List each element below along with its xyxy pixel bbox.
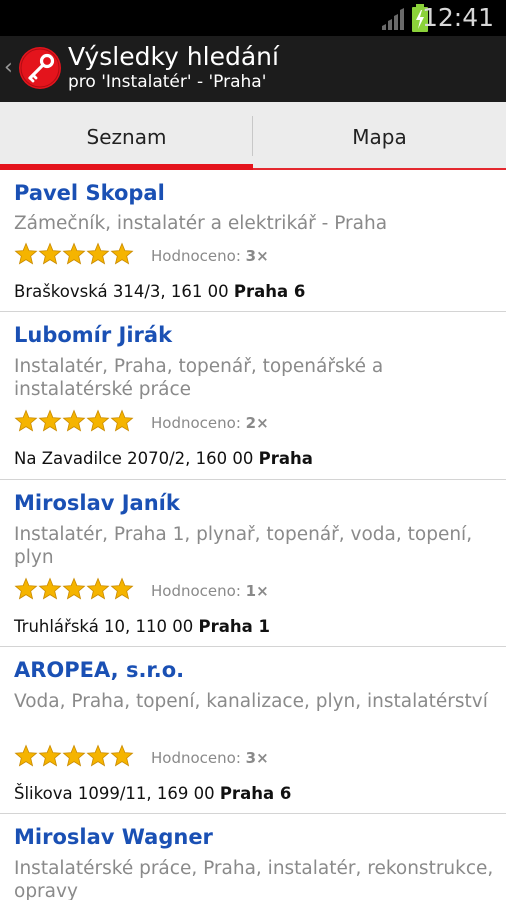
item-name[interactable]: Lubomír Jirák (14, 321, 172, 349)
signal-icon (382, 8, 404, 30)
item-description: Instalatér, Praha 1, plynař, topenář, vo… (14, 524, 473, 568)
star-icon (62, 409, 86, 432)
rating-label: Hodnoceno: 3× (151, 749, 269, 767)
back-chevron-icon[interactable]: ‹ (4, 55, 13, 81)
star-icon (14, 744, 38, 767)
star-icon (86, 409, 110, 432)
tab-bar: Seznam Mapa (0, 102, 506, 170)
star-icon (62, 242, 86, 265)
star-icon (38, 242, 62, 265)
rating-stars (14, 577, 138, 603)
clock: 12:41 (421, 3, 494, 32)
tab-seznam-label: Seznam (86, 125, 167, 149)
item-name[interactable]: Miroslav Janík (14, 489, 180, 517)
rating-stars (14, 242, 138, 268)
star-icon (62, 744, 86, 767)
star-icon (110, 744, 134, 767)
page-title: Výsledky hledání (68, 42, 279, 71)
status-bar: 12:41 (0, 0, 506, 36)
item-description: Instalatér, Praha, topenář, topenářské a… (14, 356, 384, 400)
item-description: Voda, Praha, topení, kanalizace, plyn, i… (14, 691, 488, 712)
list-item[interactable]: Pavel Skopal Zámečník, instalatér a elek… (0, 170, 506, 312)
tab-mapa[interactable]: Mapa (253, 102, 506, 170)
rating-stars (14, 409, 138, 435)
key-logo-icon[interactable] (18, 46, 62, 90)
results-list[interactable]: Pavel Skopal Zámečník, instalatér a elek… (0, 170, 506, 900)
list-item[interactable]: Miroslav Janík Instalatér, Praha 1, plyn… (0, 480, 506, 647)
item-name[interactable]: Miroslav Wagner (14, 823, 213, 851)
item-address: Truhlářská 10, 110 00 Praha 1 (14, 617, 270, 636)
list-item[interactable]: AROPEA, s.r.o. Voda, Praha, topení, kana… (0, 647, 506, 814)
star-icon (110, 242, 134, 265)
star-icon (14, 242, 38, 265)
list-item[interactable]: Lubomír Jirák Instalatér, Praha, topenář… (0, 312, 506, 480)
star-icon (38, 744, 62, 767)
rating-label: Hodnoceno: 1× (151, 582, 269, 600)
rating-label: Hodnoceno: 2× (151, 414, 269, 432)
page-subtitle: pro 'Instalatér' - 'Praha' (68, 72, 267, 92)
star-icon (86, 744, 110, 767)
item-name[interactable]: AROPEA, s.r.o. (14, 656, 184, 684)
list-item[interactable]: Miroslav Wagner Instalatérské práce, Pra… (0, 814, 506, 900)
item-address: Šlikova 1099/11, 169 00 Praha 6 (14, 784, 292, 803)
item-name[interactable]: Pavel Skopal (14, 179, 165, 207)
tab-seznam[interactable]: Seznam (0, 102, 253, 170)
star-icon (14, 577, 38, 600)
rating-stars (14, 744, 138, 770)
star-icon (38, 577, 62, 600)
star-icon (14, 409, 38, 432)
star-icon (86, 242, 110, 265)
star-icon (62, 577, 86, 600)
star-icon (38, 409, 62, 432)
tab-mapa-label: Mapa (352, 125, 407, 149)
item-address: Braškovská 314/3, 161 00 Praha 6 (14, 282, 306, 301)
star-icon (86, 577, 110, 600)
item-description: Instalatérské práce, Praha, instalatér, … (14, 858, 494, 900)
rating-label: Hodnoceno: 3× (151, 247, 269, 265)
action-bar: ‹ Výsledky hledání pro 'Instalatér' - 'P… (0, 36, 506, 102)
item-address: Na Zavadilce 2070/2, 160 00 Praha (14, 449, 313, 468)
item-description: Zámečník, instalatér a elektrikář - Prah… (14, 213, 388, 234)
star-icon (110, 409, 134, 432)
star-icon (110, 577, 134, 600)
